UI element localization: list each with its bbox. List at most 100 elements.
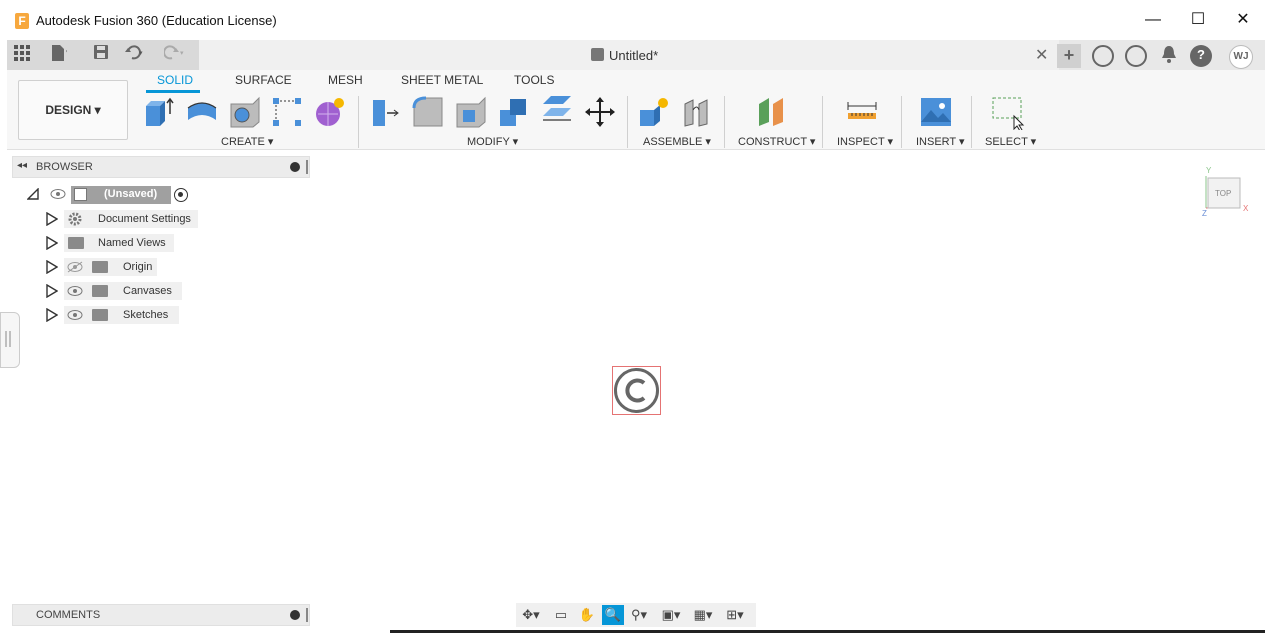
expand-triangle-icon[interactable] <box>46 307 59 325</box>
look-at-icon[interactable]: ▭ <box>550 605 572 625</box>
origin-marker-icon[interactable] <box>612 366 661 415</box>
modify-menu[interactable]: MODIFY ▾ <box>467 135 518 148</box>
comments-panel-header[interactable]: COMMENTS <box>12 604 310 626</box>
list-item[interactable]: Canvases <box>64 282 182 300</box>
browser-panel-header[interactable]: ◂◂ BROWSER <box>12 156 310 178</box>
file-icon[interactable]: ▾ <box>47 44 70 66</box>
tab-surface[interactable]: SURFACE <box>235 73 292 87</box>
fit-icon[interactable]: ⚲▾ <box>628 605 650 625</box>
document-tab[interactable]: Untitled* ✕ <box>199 40 1059 70</box>
document-cube-icon <box>74 188 87 201</box>
list-item[interactable]: Named Views <box>64 234 174 252</box>
comments-pin-icon[interactable] <box>306 608 308 622</box>
pan-hand-icon[interactable]: ✋ <box>576 605 598 625</box>
left-panel-grip[interactable] <box>0 312 20 368</box>
list-item[interactable]: Document Settings <box>64 210 198 228</box>
folder-icon <box>92 309 108 321</box>
visibility-eye-icon[interactable] <box>66 309 84 324</box>
workspace-switcher-button[interactable]: DESIGN ▾ <box>18 80 128 140</box>
offset-plane-icon[interactable] <box>757 96 789 128</box>
joint-icon[interactable] <box>681 96 713 128</box>
new-sketch-extrude-icon[interactable] <box>143 96 175 128</box>
list-item[interactable]: Sketches <box>64 306 179 324</box>
maximize-button[interactable]: ☐ <box>1183 8 1213 32</box>
tree-item-label: Origin <box>123 261 153 273</box>
display-settings-icon[interactable]: ▣▾ <box>660 605 682 625</box>
hidden-eye-icon[interactable] <box>66 261 84 276</box>
tree-item-label: Canvases <box>123 285 172 297</box>
gear-icon <box>66 211 84 230</box>
tab-tools[interactable]: TOOLS <box>514 73 554 87</box>
tree-item-label: Named Views <box>98 237 166 249</box>
insert-image-icon[interactable] <box>920 96 952 128</box>
root-visibility-eye-icon[interactable] <box>50 188 66 203</box>
fusion-app-icon: F <box>15 13 29 29</box>
axis-z-label: Z <box>1202 209 1207 218</box>
expand-triangle-icon[interactable] <box>46 211 59 229</box>
toolbar-divider <box>901 96 902 148</box>
expand-triangle-icon[interactable] <box>46 283 59 301</box>
expand-triangle-icon[interactable] <box>46 259 59 277</box>
tab-sheet-metal[interactable]: SHEET METAL <box>401 73 483 87</box>
hole-icon[interactable] <box>229 96 261 128</box>
notifications-icon[interactable] <box>1158 45 1180 67</box>
new-component-icon[interactable] <box>638 96 670 128</box>
window-select-icon[interactable] <box>991 96 1025 132</box>
extensions-icon[interactable] <box>1092 45 1114 67</box>
press-pull-icon[interactable] <box>369 96 401 128</box>
minimize-button[interactable]: — <box>1138 8 1168 32</box>
user-avatar[interactable]: WJ <box>1229 45 1253 69</box>
visibility-eye-icon[interactable] <box>66 285 84 300</box>
move-icon[interactable] <box>584 96 616 128</box>
redo-icon[interactable]: ▾ <box>163 44 186 66</box>
activate-radio-icon[interactable] <box>174 188 188 202</box>
tab-solid[interactable]: SOLID <box>157 73 193 87</box>
shell-icon[interactable] <box>455 96 487 128</box>
close-document-icon[interactable]: ✕ <box>1035 45 1048 65</box>
toolbar-divider <box>822 96 823 148</box>
revolve-icon[interactable] <box>186 96 218 128</box>
assemble-menu[interactable]: ASSEMBLE ▾ <box>643 135 711 148</box>
create-menu[interactable]: CREATE ▾ <box>221 135 273 148</box>
measure-icon[interactable] <box>846 96 878 128</box>
viewcube[interactable]: TOP Y X Z <box>1200 166 1250 218</box>
pattern-icon[interactable] <box>271 96 303 128</box>
grid-settings-icon[interactable]: ▦▾ <box>692 605 714 625</box>
save-icon[interactable] <box>90 44 112 66</box>
folder-icon <box>92 285 108 297</box>
axis-x-label: X <box>1243 204 1249 213</box>
inspect-menu[interactable]: INSPECT ▾ <box>837 135 893 148</box>
list-item[interactable]: Origin <box>64 258 157 276</box>
job-status-icon[interactable] <box>1125 45 1147 67</box>
add-comment-icon[interactable] <box>290 610 300 620</box>
document-cube-icon <box>591 48 604 61</box>
split-face-icon[interactable] <box>541 96 573 128</box>
tree-item-label: Document Settings <box>98 213 191 225</box>
tree-item-label: Sketches <box>123 309 169 321</box>
browser-title: BROWSER <box>36 161 93 173</box>
root-collapse-triangle[interactable] <box>26 187 39 203</box>
navigation-bar: ✥▾ ▭ ✋ 🔍 ⚲▾ ▣▾ ▦▾ ⊞▾ <box>516 603 756 627</box>
viewports-icon[interactable]: ⊞▾ <box>724 605 746 625</box>
new-tab-button[interactable]: + <box>1057 44 1081 68</box>
tab-mesh[interactable]: MESH <box>328 73 363 87</box>
combine-icon[interactable] <box>498 96 530 128</box>
grid-icon[interactable] <box>11 44 33 66</box>
insert-menu[interactable]: INSERT ▾ <box>916 135 965 148</box>
document-title: Untitled* <box>609 48 659 63</box>
expand-triangle-icon[interactable] <box>46 235 59 253</box>
root-node-highlight[interactable]: (Unsaved) <box>71 186 171 204</box>
fillet-icon[interactable] <box>412 96 444 128</box>
select-menu[interactable]: SELECT ▾ <box>985 135 1036 148</box>
zoom-icon[interactable]: 🔍 <box>602 605 624 625</box>
close-window-button[interactable]: ✕ <box>1228 8 1258 32</box>
browser-minimize-icon[interactable] <box>290 162 300 172</box>
collapse-browser-icon[interactable]: ◂◂ <box>17 160 27 171</box>
create-form-icon[interactable] <box>314 96 346 128</box>
viewcube-face-label[interactable]: TOP <box>1215 189 1231 198</box>
browser-pin-icon[interactable] <box>306 160 308 174</box>
undo-icon[interactable]: ▾ <box>124 44 146 66</box>
construct-menu[interactable]: CONSTRUCT ▾ <box>738 135 815 148</box>
help-icon[interactable]: ? <box>1190 45 1212 67</box>
orbit-icon[interactable]: ✥▾ <box>520 605 542 625</box>
